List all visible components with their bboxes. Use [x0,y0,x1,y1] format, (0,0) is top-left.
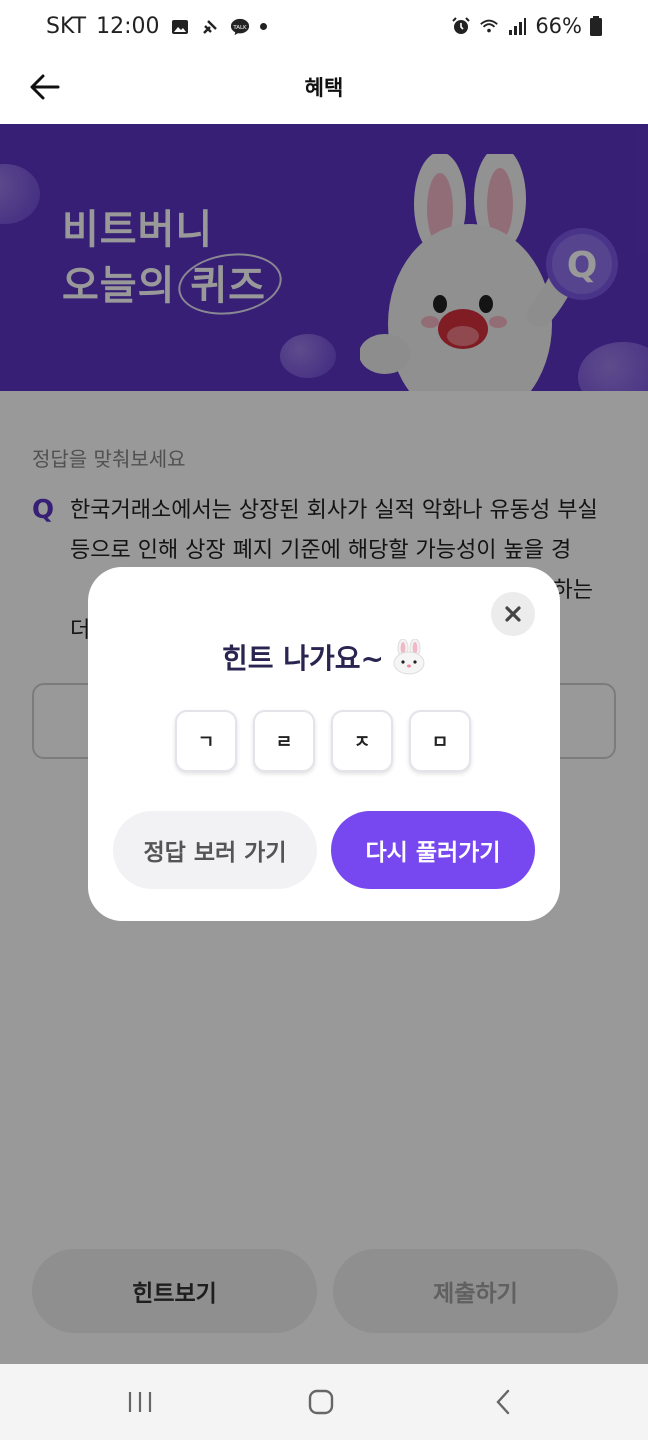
hint-tile: ㄹ [253,710,315,772]
app-bar: 혜택 [0,56,648,124]
battery-percent: 66% [535,14,582,38]
modal-title: 힌트 나가요~ [88,637,560,677]
status-bar: SKT 12:00 TALK 66% [0,0,648,56]
hint-tile: ㄱ [175,710,237,772]
view-answer-button[interactable]: 정답 보러 가기 [113,811,317,889]
status-left: SKT 12:00 TALK [46,14,267,39]
hint-modal: 힌트 나가요~ ㄱ ㄹ ㅈ ㅁ 정답 보러 가기 다시 풀러가기 [88,567,560,921]
close-button[interactable] [491,592,535,636]
battery-icon [590,16,602,36]
home-icon[interactable] [307,1388,335,1416]
hint-tiles: ㄱ ㄹ ㅈ ㅁ [175,710,471,772]
status-right: 66% [451,14,602,38]
back-nav-icon[interactable] [490,1388,518,1416]
carrier-label: SKT [46,14,87,39]
modal-title-text: 힌트 나가요~ [221,642,384,675]
satellite-icon [202,19,217,34]
gallery-icon [171,19,188,34]
notification-dot-icon [259,23,267,30]
hint-tile: ㅁ [409,710,471,772]
talk-icon: TALK [230,18,249,35]
alarm-icon [452,17,471,34]
wifi-icon [480,19,499,33]
svg-text:TALK: TALK [232,24,247,30]
time-label: 12:00 [96,14,160,39]
page-title: 혜택 [304,76,344,100]
signal-icon [509,18,527,35]
recent-apps-icon[interactable] [126,1388,154,1416]
hint-tile: ㅈ [331,710,393,772]
close-icon [505,606,521,622]
bunny-face-icon [393,639,425,675]
modal-button-row: 정답 보러 가기 다시 풀러가기 [113,811,535,889]
system-nav-bar [0,1364,648,1440]
retry-button[interactable]: 다시 풀러가기 [331,811,535,889]
